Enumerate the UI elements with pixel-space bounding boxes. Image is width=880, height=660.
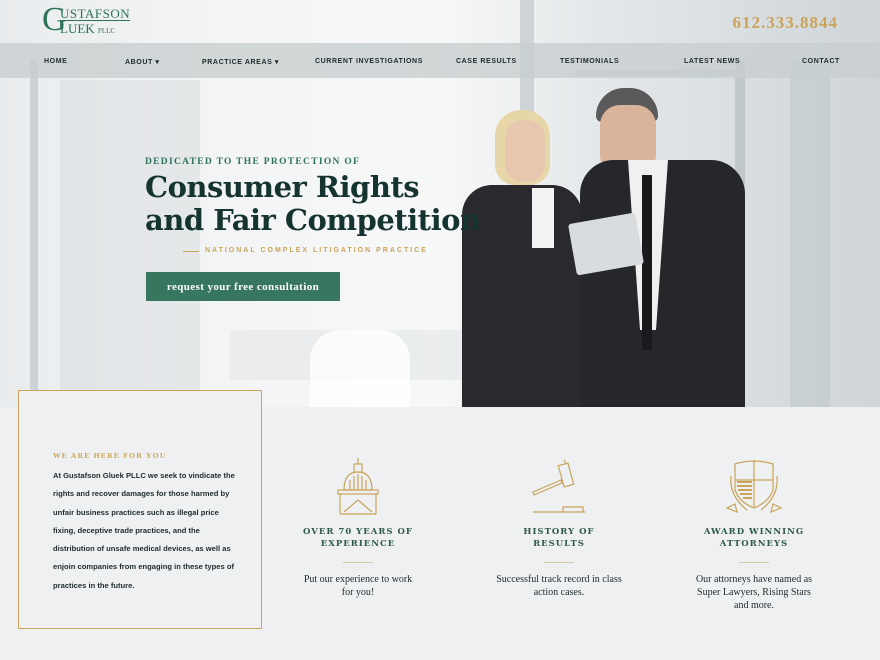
hero-title: Consumer Rights and Fair Competition <box>145 170 481 237</box>
capitol-dome-icon <box>337 458 379 515</box>
nav-latest-news[interactable]: LATEST NEWS <box>684 58 740 65</box>
main-nav: HOME ABOUT ▾ PRACTICE AREAS ▾ CURRENT IN… <box>0 43 880 78</box>
feature-results: HISTORY OF RESULTS Successful track recor… <box>469 456 649 599</box>
nav-contact[interactable]: CONTACT <box>802 58 840 65</box>
intro-box: WE ARE HERE FOR YOU At Gustafson Gluek P… <box>18 390 262 629</box>
shield-crest-icon <box>725 460 783 513</box>
divider <box>739 562 769 563</box>
feature-award: AWARD WINNING ATTORNEYS Our attorneys hav… <box>664 456 844 612</box>
nav-home[interactable]: HOME <box>44 58 67 65</box>
request-consultation-button[interactable]: request your free consultation <box>146 272 340 301</box>
feature-experience: OVER 70 YEARS OF EXPERIENCE Put our exper… <box>268 456 448 599</box>
phone-number[interactable]: 612.333.8844 <box>733 13 839 33</box>
nav-current-investigations[interactable]: CURRENT INVESTIGATIONS <box>315 58 423 65</box>
nav-practice-areas[interactable]: PRACTICE AREAS ▾ <box>202 58 279 66</box>
intro-body: At Gustafson Gluek PLLC we seek to vindi… <box>53 471 235 590</box>
gavel-icon <box>532 459 585 513</box>
divider <box>544 562 574 563</box>
hero-kicker: DEDICATED TO THE PROTECTION OF <box>145 157 361 167</box>
nav-testimonials[interactable]: TESTIMONIALS <box>560 58 619 65</box>
nav-about[interactable]: ABOUT ▾ <box>125 58 160 66</box>
intro-heading: WE ARE HERE FOR YOU <box>53 451 167 460</box>
hero-subtitle: NATIONAL COMPLEX LITIGATION PRACTICE <box>183 247 428 254</box>
nav-case-results[interactable]: CASE RESULTS <box>456 58 517 65</box>
divider <box>343 562 373 563</box>
site-header: G USTAFSON LUEK PLLC 612.333.8844 <box>42 1 839 38</box>
